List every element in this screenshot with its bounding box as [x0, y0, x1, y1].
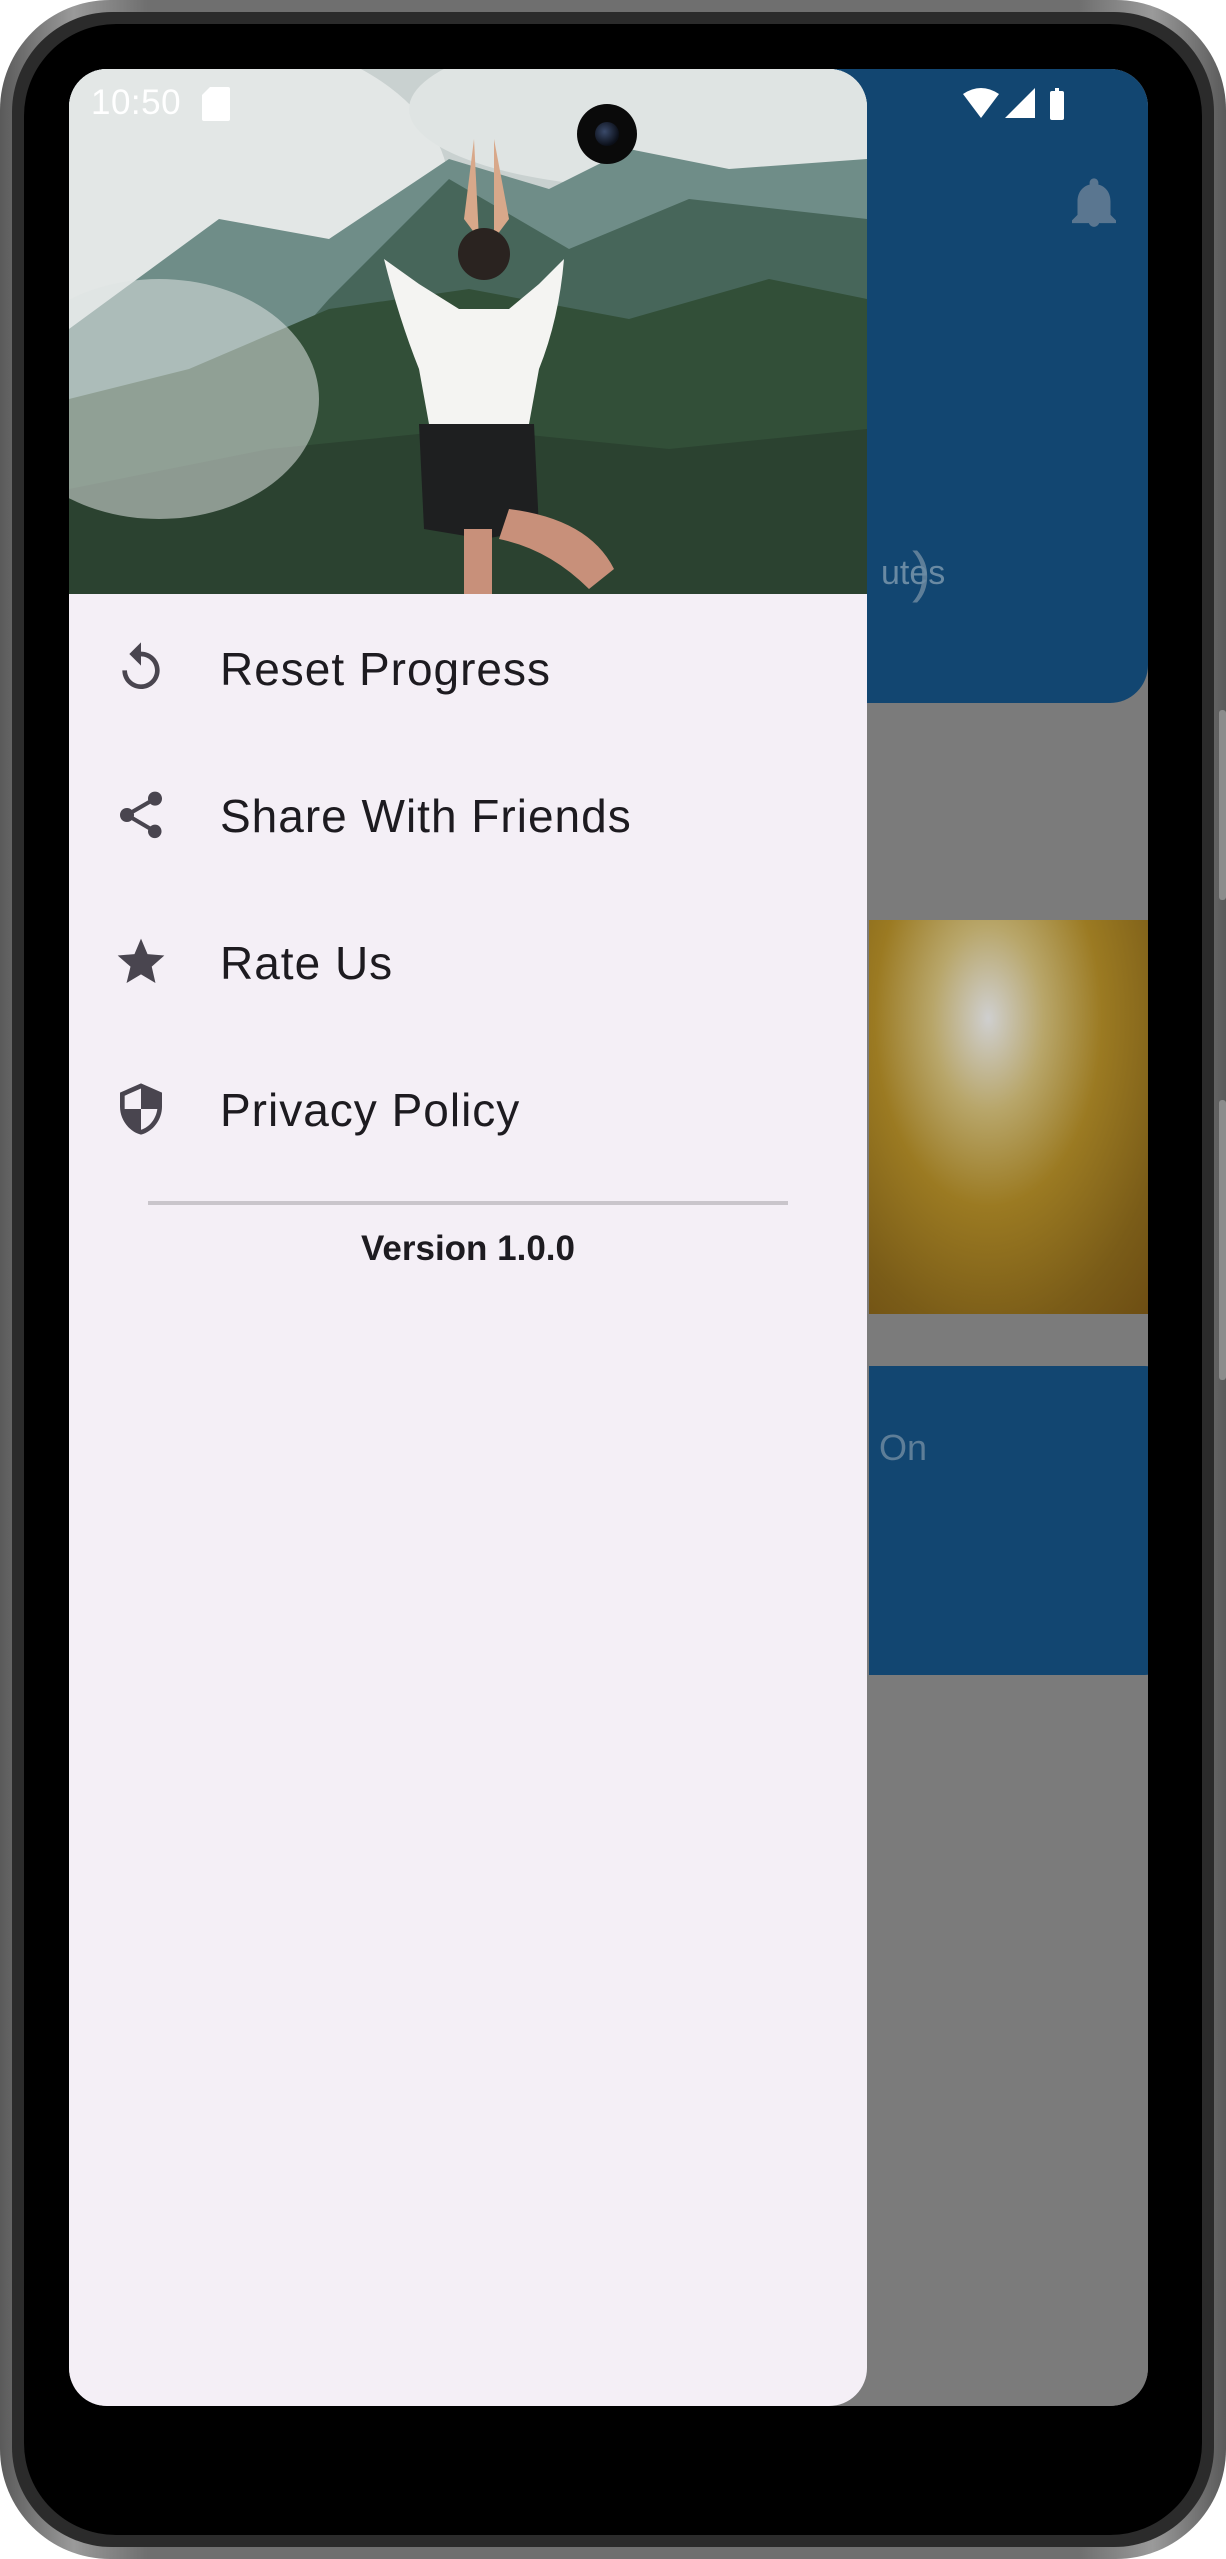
menu-label-rate-us: Rate Us: [220, 937, 394, 989]
star-icon: [117, 938, 165, 983]
front-camera: [577, 104, 637, 164]
screen: ) utes On 10:50 Reset Progress Share Wit…: [69, 69, 1148, 2406]
menu-label-privacy-policy: Privacy Policy: [220, 1084, 521, 1136]
menu-item-rate-us[interactable]: Rate Us: [69, 888, 867, 1035]
yoga-mountain-photo: [69, 69, 867, 594]
share-icon: [120, 791, 162, 839]
drawer-menu: Reset Progress Share With Friends Rate U…: [69, 594, 867, 1182]
version-label: Version 1.0.0: [360, 1229, 576, 1268]
battery-icon: [1050, 88, 1064, 120]
drawer-divider: [148, 1201, 788, 1205]
status-time: 10:50: [91, 83, 182, 122]
shield-icon: [120, 1083, 162, 1135]
signal-icon: [1005, 88, 1035, 118]
reset-icon: [122, 642, 160, 689]
volume-button: [1219, 710, 1226, 900]
menu-label-share-with-friends: Share With Friends: [220, 790, 632, 842]
menu-item-share-with-friends[interactable]: Share With Friends: [69, 741, 867, 888]
background-sunset-image: [869, 920, 1148, 1314]
drawer-header-image: 10:50: [69, 69, 867, 594]
menu-label-reset-progress: Reset Progress: [220, 643, 552, 695]
background-card: [869, 1366, 1148, 1675]
background-card-text: On: [879, 1427, 928, 1468]
status-icons: [963, 88, 1064, 120]
menu-item-reset-progress[interactable]: Reset Progress: [69, 594, 867, 741]
wifi-icon: [963, 88, 999, 118]
bell-icon[interactable]: [1072, 177, 1116, 229]
power-button: [1219, 1100, 1226, 1380]
menu-item-privacy-policy[interactable]: Privacy Policy: [69, 1035, 867, 1182]
background-stat-label: utes: [881, 554, 946, 592]
navigation-drawer: 10:50 Reset Progress Share With Friends: [69, 69, 867, 2406]
sd-card-icon: [202, 87, 230, 121]
